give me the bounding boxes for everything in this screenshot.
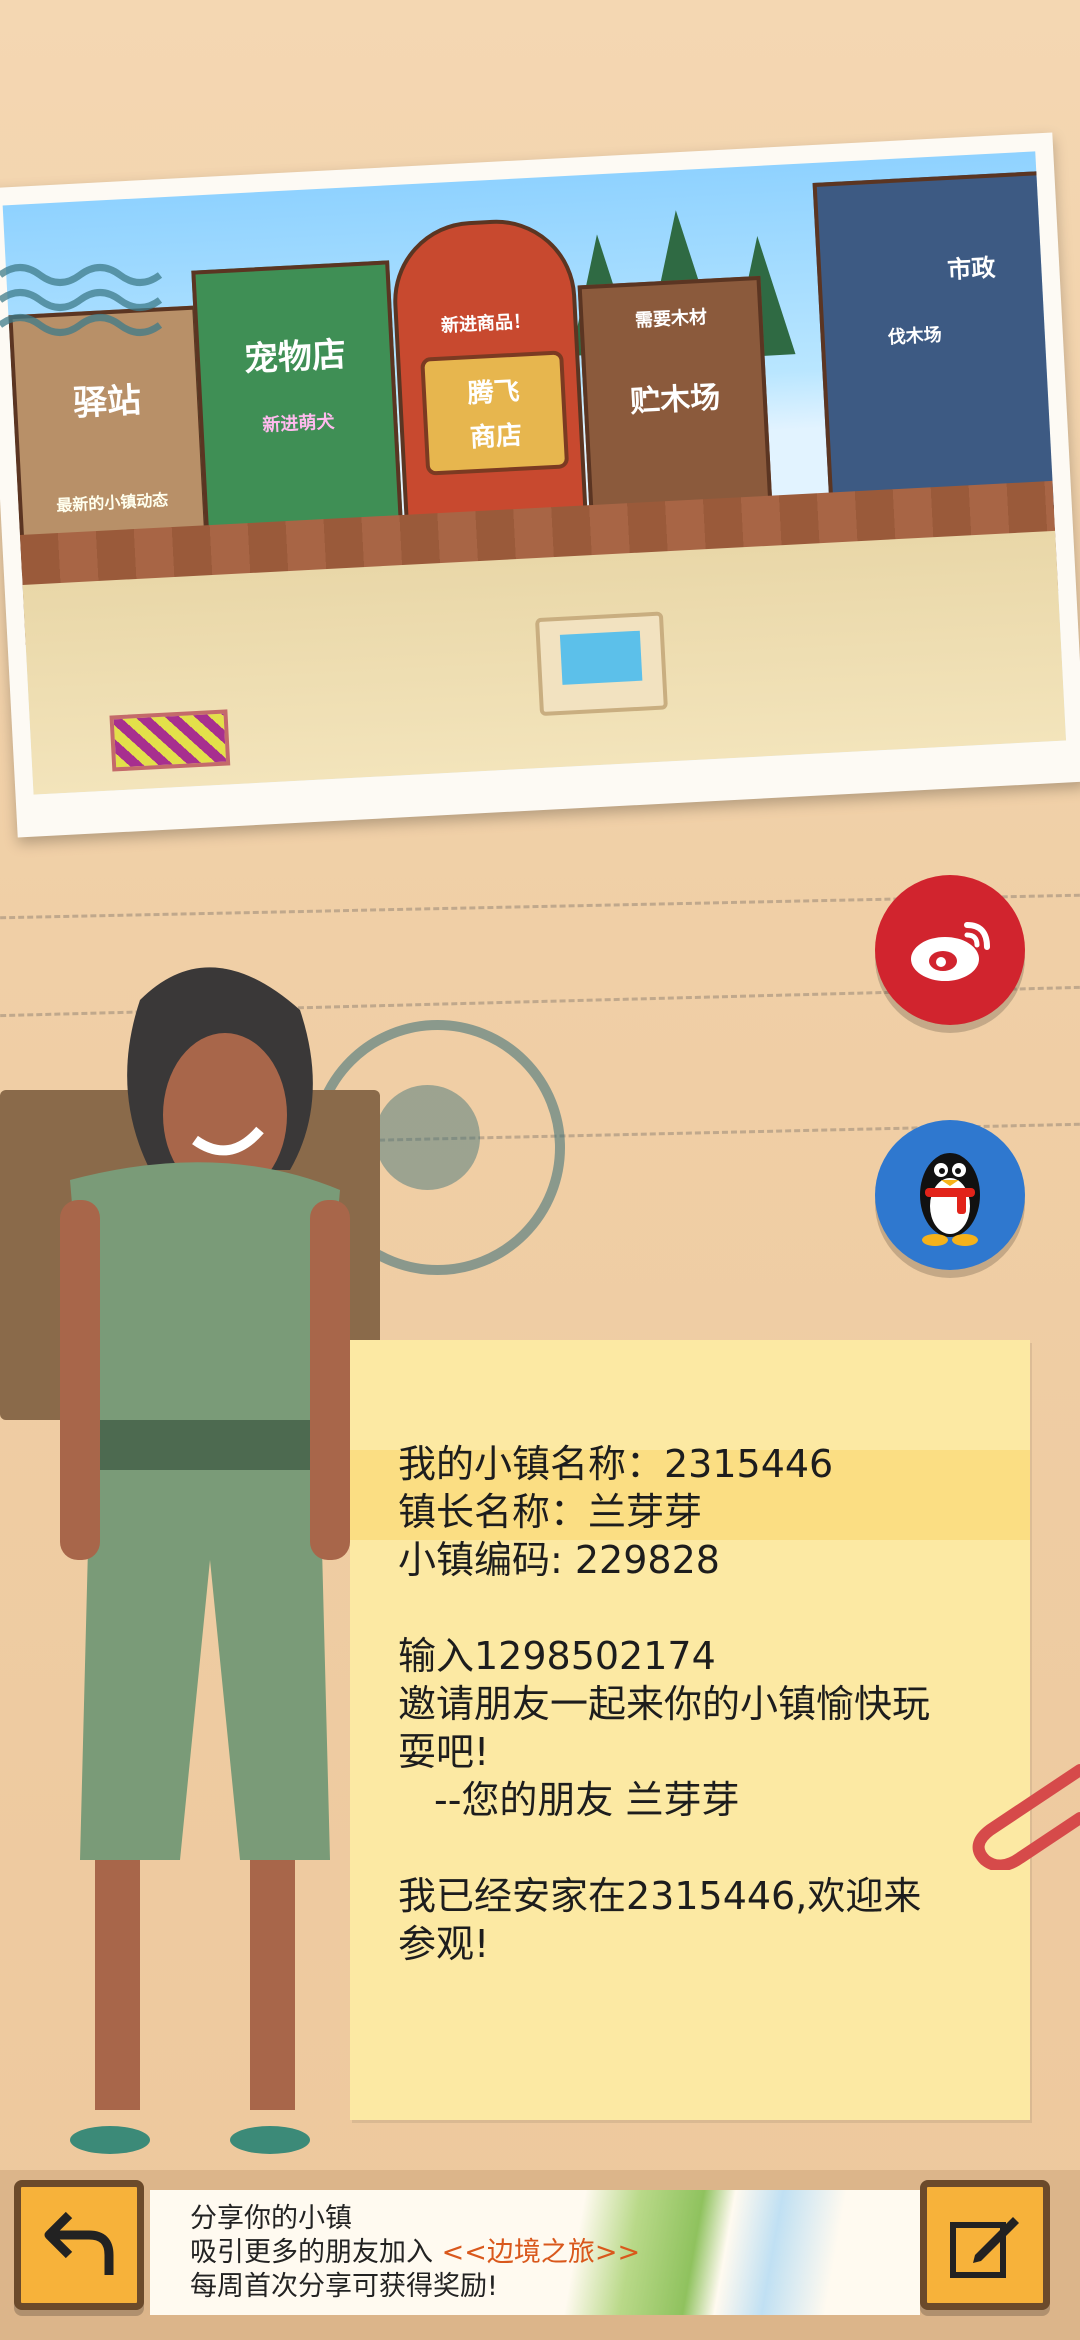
banner-line-1: 分享你的小镇 <box>190 2203 352 2234</box>
town-photo: 驿站 最新的小镇动态 宠物店 新进萌犬 新进商品！ 腾飞 商店 需要木材 贮木场… <box>2 151 1067 795</box>
flowerbed <box>109 709 231 772</box>
banner-line-2: 吸引更多的朋友加入 <<边境之旅>> <box>190 2236 640 2270</box>
pet-shop-sign: 宠物店 <box>243 334 347 381</box>
qq-penguin-icon <box>920 1153 980 1246</box>
back-arrow-icon <box>44 2211 114 2275</box>
shop-emblem: 腾飞 商店 <box>420 350 570 476</box>
invite-line-2: 耍吧! <box>398 1730 490 1774</box>
banner-line-3: 每周首次分享可获得奖励! <box>190 2271 498 2302</box>
new-goods-sign: 新进商品！ <box>440 311 532 337</box>
game-title: <<边境之旅>> <box>441 2237 641 2268</box>
invitation-note: 我的小镇名称：2315446 镇长名称：兰芽芽 小镇编码: 229828 输入1… <box>350 1340 1030 2120</box>
pet-shop-building: 宠物店 新进萌犬 <box>191 260 405 559</box>
invite-line-1: 邀请朋友一起来你的小镇愉快玩 <box>398 1682 931 1726</box>
banner-line-2-text: 吸引更多的朋友加入 <box>190 2237 442 2268</box>
weibo-icon <box>911 922 990 981</box>
qq-share-button[interactable] <box>875 1120 1025 1270</box>
lumber-yard-sign: 贮木场 <box>629 380 722 420</box>
settled-line-2: 参观! <box>398 1922 490 1966</box>
share-banner-text: 分享你的小镇 吸引更多的朋友加入 <<边境之旅>> 每周首次分享可获得奖励! <box>190 2202 640 2304</box>
shop-sign-line1: 腾飞 <box>466 376 521 410</box>
logging-sign: 伐木场 <box>887 324 943 349</box>
new-pet-sign: 新进萌犬 <box>261 411 335 437</box>
edit-pen-icon <box>950 2217 1019 2278</box>
note-text: 我的小镇名称：2315446 镇长名称：兰芽芽 小镇编码: 229828 输入1… <box>398 1440 998 1968</box>
input-line: 输入1298502174 <box>398 1634 716 1678</box>
town-hall-sign: 市政 <box>946 253 996 285</box>
town-name: 我的小镇名称：2315446 <box>398 1442 834 1486</box>
postmark-stamp <box>0 264 163 336</box>
town-code: 小镇编码: 229828 <box>398 1538 720 1582</box>
town-hall-building: 市政 伐木场 <box>812 170 1067 521</box>
settled-line-1: 我已经安家在2315446,欢迎来 <box>398 1874 922 1918</box>
shop-sign-line2: 商店 <box>469 420 523 454</box>
share-banner: 分享你的小镇 吸引更多的朋友加入 <<边境之旅>> 每周首次分享可获得奖励! <box>150 2190 920 2315</box>
edit-button[interactable] <box>920 2180 1050 2310</box>
paperclip-icon <box>972 1764 1080 1870</box>
shop-building: 新进商品！ 腾飞 商店 <box>389 215 590 553</box>
town-photo-card: 驿站 最新的小镇动态 宠物店 新进萌犬 新进商品！ 腾飞 商店 需要木材 贮木场… <box>0 132 1080 838</box>
station-sign: 驿站 <box>72 380 143 425</box>
traveler-character <box>0 967 380 2154</box>
weibo-share-button[interactable] <box>875 875 1025 1025</box>
signature: --您的朋友 兰芽芽 <box>434 1778 740 1822</box>
news-sign: 最新的小镇动态 <box>55 490 169 516</box>
fountain <box>534 611 668 717</box>
mayor-name: 镇长名称：兰芽芽 <box>398 1490 703 1534</box>
wood-needed-sign: 需要木材 <box>634 306 708 332</box>
back-button[interactable] <box>14 2180 144 2310</box>
